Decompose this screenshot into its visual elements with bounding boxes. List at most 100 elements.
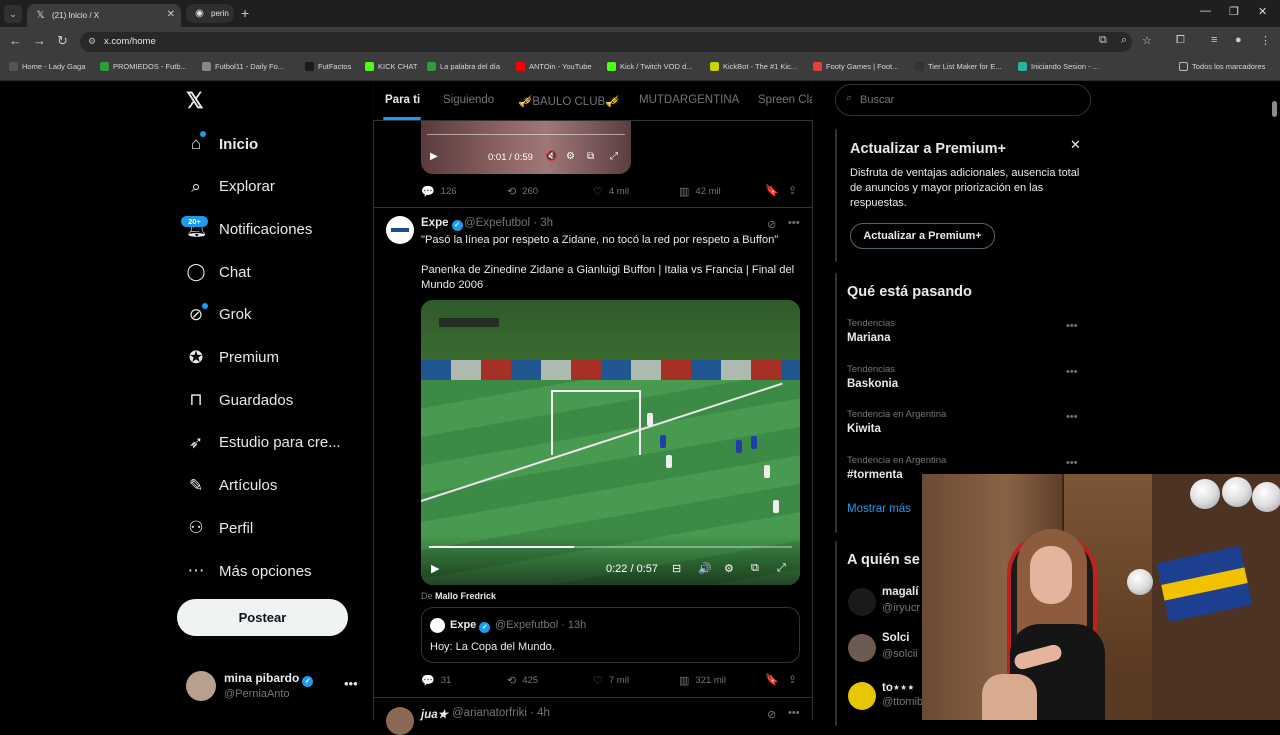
sidebar-item-artículos[interactable]: ✎ Artículos: [186, 474, 277, 498]
tab-search-button[interactable]: ⌄: [4, 5, 22, 23]
views-button[interactable]: ▥ 321 mil: [679, 674, 726, 687]
site-info-icon[interactable]: ⚙: [88, 36, 96, 47]
captions-icon[interactable]: ⊟: [672, 562, 681, 575]
bookmark-item[interactable]: Home - Lady Gaga: [9, 62, 85, 71]
cast-icon[interactable]: ⧉: [1099, 34, 1107, 47]
trend-item[interactable]: Baskonia: [847, 378, 898, 390]
trend-more-icon[interactable]: •••: [1066, 457, 1078, 469]
extensions-icon[interactable]: ⧠: [1176, 34, 1185, 47]
trend-item[interactable]: Kiwita: [847, 423, 881, 435]
bookmark-item[interactable]: KickBot - The #1 Kic...: [710, 62, 797, 71]
volume-icon[interactable]: 🔊: [698, 562, 712, 575]
quoted-tweet[interactable]: [421, 607, 800, 663]
sidebar-item-guardados[interactable]: ⊓ Guardados: [186, 388, 293, 412]
restore-icon[interactable]: ❐: [1229, 5, 1239, 18]
like-button[interactable]: ♡ 4 mil: [593, 185, 629, 198]
close-icon[interactable]: ✕: [1070, 137, 1081, 153]
browser-tab-inactive[interactable]: ◉ perin: [186, 4, 234, 23]
sidebar-item-inicio[interactable]: ⌂ Inicio: [186, 132, 258, 156]
author-handle[interactable]: @arianatorfriki · 4h: [452, 707, 550, 719]
show-more-link[interactable]: Mostrar más: [847, 503, 911, 515]
suggested-user-name[interactable]: to⋆⋆⋆: [882, 680, 914, 694]
reply-button[interactable]: 💬 31: [421, 674, 451, 687]
avatar[interactable]: [848, 588, 876, 616]
new-tab-button[interactable]: +: [241, 5, 249, 21]
close-window-icon[interactable]: ✕: [1258, 5, 1267, 18]
trend-more-icon[interactable]: •••: [1066, 320, 1078, 332]
fullscreen-icon[interactable]: ⤢: [777, 562, 786, 575]
bookmarks-folder[interactable]: Todos los marcadores: [1179, 62, 1265, 71]
bookmark-icon[interactable]: 🔖: [765, 673, 779, 686]
sidebar-item-chat[interactable]: ◯ Chat: [186, 260, 250, 284]
avatar[interactable]: [186, 671, 216, 701]
tab-siguiendo[interactable]: Siguiendo: [443, 94, 494, 106]
bookmark-item[interactable]: Futbol11 - Daily Fo...: [202, 62, 284, 71]
author-name[interactable]: jua★: [421, 707, 448, 721]
sidebar-item-perfil[interactable]: ⚇ Perfil: [186, 516, 253, 540]
browser-tab-active[interactable]: 𝕏 (21) Inicio / X ✕: [27, 4, 181, 27]
bookmark-icon[interactable]: 🔖: [765, 184, 779, 197]
zoom-icon[interactable]: ⌕: [1121, 34, 1127, 47]
repost-button[interactable]: ⟲ 260: [507, 185, 538, 198]
trend-more-icon[interactable]: •••: [1066, 411, 1078, 423]
bookmark-item[interactable]: FutFactos: [305, 62, 351, 71]
trend-item[interactable]: Mariana: [847, 332, 890, 344]
share-icon[interactable]: ⇪: [788, 184, 797, 197]
trend-more-icon[interactable]: •••: [1066, 366, 1078, 378]
post-more-icon[interactable]: •••: [788, 217, 800, 229]
page-scrollbar[interactable]: [1272, 101, 1277, 117]
url-text[interactable]: x.com/home: [104, 36, 156, 47]
close-tab-icon[interactable]: ✕: [167, 9, 175, 20]
trend-item[interactable]: #tormenta: [847, 469, 903, 481]
play-icon[interactable]: ▶: [430, 151, 438, 162]
bookmark-item[interactable]: PROMIEDOS - Futb...: [100, 62, 187, 71]
video-progress[interactable]: [427, 134, 625, 135]
settings-icon[interactable]: ⚙: [724, 562, 734, 575]
media-icon[interactable]: ≡: [1211, 34, 1217, 46]
bookmark-item[interactable]: KICK CHAT: [365, 62, 417, 71]
bookmark-item[interactable]: ANTOin - YouTube: [516, 62, 592, 71]
tab-spreen[interactable]: Spreen Cla: [758, 94, 812, 106]
account-more-icon[interactable]: •••: [344, 676, 358, 691]
author-name[interactable]: Expe ✓: [421, 217, 463, 231]
bookmark-item[interactable]: Footy Games | Foot...: [813, 62, 898, 71]
grok-icon[interactable]: ⊘: [767, 708, 776, 721]
sidebar-item-más-opciones[interactable]: ⋯ Más opciones: [186, 559, 312, 583]
settings-icon[interactable]: ⚙: [566, 151, 575, 162]
tab-baulo-club[interactable]: 🎺BAULO CLUB🎺: [518, 94, 620, 108]
suggested-user-name[interactable]: magalí: [882, 586, 918, 598]
account-name[interactable]: mina pibardo ✓: [224, 671, 314, 687]
upgrade-premium-button[interactable]: Actualizar a Premium+: [850, 223, 995, 249]
bookmark-item[interactable]: La palabra del día: [427, 62, 500, 71]
star-icon[interactable]: ☆: [1142, 34, 1152, 47]
profile-avatar-icon[interactable]: ●: [1235, 34, 1242, 46]
volume-icon[interactable]: 🔇: [545, 151, 557, 162]
avatar[interactable]: [386, 707, 414, 735]
post-more-icon[interactable]: •••: [788, 707, 800, 719]
bookmark-item[interactable]: Kick / Twitch VOD d...: [607, 62, 692, 71]
sidebar-item-estudio-para-cre[interactable]: ➶ Estudio para cre...: [186, 431, 341, 455]
tab-para-ti[interactable]: Para ti: [385, 94, 420, 106]
share-icon[interactable]: ⇪: [788, 673, 797, 686]
like-button[interactable]: ♡ 7 mil: [593, 674, 629, 687]
x-logo-icon[interactable]: 𝕏: [186, 88, 204, 114]
bookmark-item[interactable]: Iniciando Sesion - ...: [1018, 62, 1099, 71]
reply-button[interactable]: 💬 126: [421, 185, 457, 198]
repost-button[interactable]: ⟲ 425: [507, 674, 538, 687]
back-icon[interactable]: ←: [9, 33, 22, 48]
sidebar-item-explorar[interactable]: ⌕ Explorar: [186, 175, 275, 199]
sidebar-item-premium[interactable]: ✪ Premium: [186, 346, 279, 370]
views-button[interactable]: ▥ 42 mil: [679, 185, 721, 198]
avatar[interactable]: [386, 216, 414, 244]
pip-icon[interactable]: ⧉: [751, 562, 759, 575]
video-progress[interactable]: [429, 546, 792, 548]
suggested-user-name[interactable]: Solci: [882, 632, 909, 644]
avatar[interactable]: [848, 682, 876, 710]
video-player[interactable]: [421, 121, 631, 174]
attribution-name[interactable]: Mallo Fredrick: [435, 591, 496, 601]
forward-icon[interactable]: →: [33, 33, 46, 48]
pip-icon[interactable]: ⧉: [587, 151, 594, 162]
grok-icon[interactable]: ⊘: [767, 218, 776, 231]
author-handle[interactable]: @Expefutbol · 3h: [464, 217, 553, 229]
sidebar-item-grok[interactable]: ⊘ Grok: [186, 303, 252, 327]
